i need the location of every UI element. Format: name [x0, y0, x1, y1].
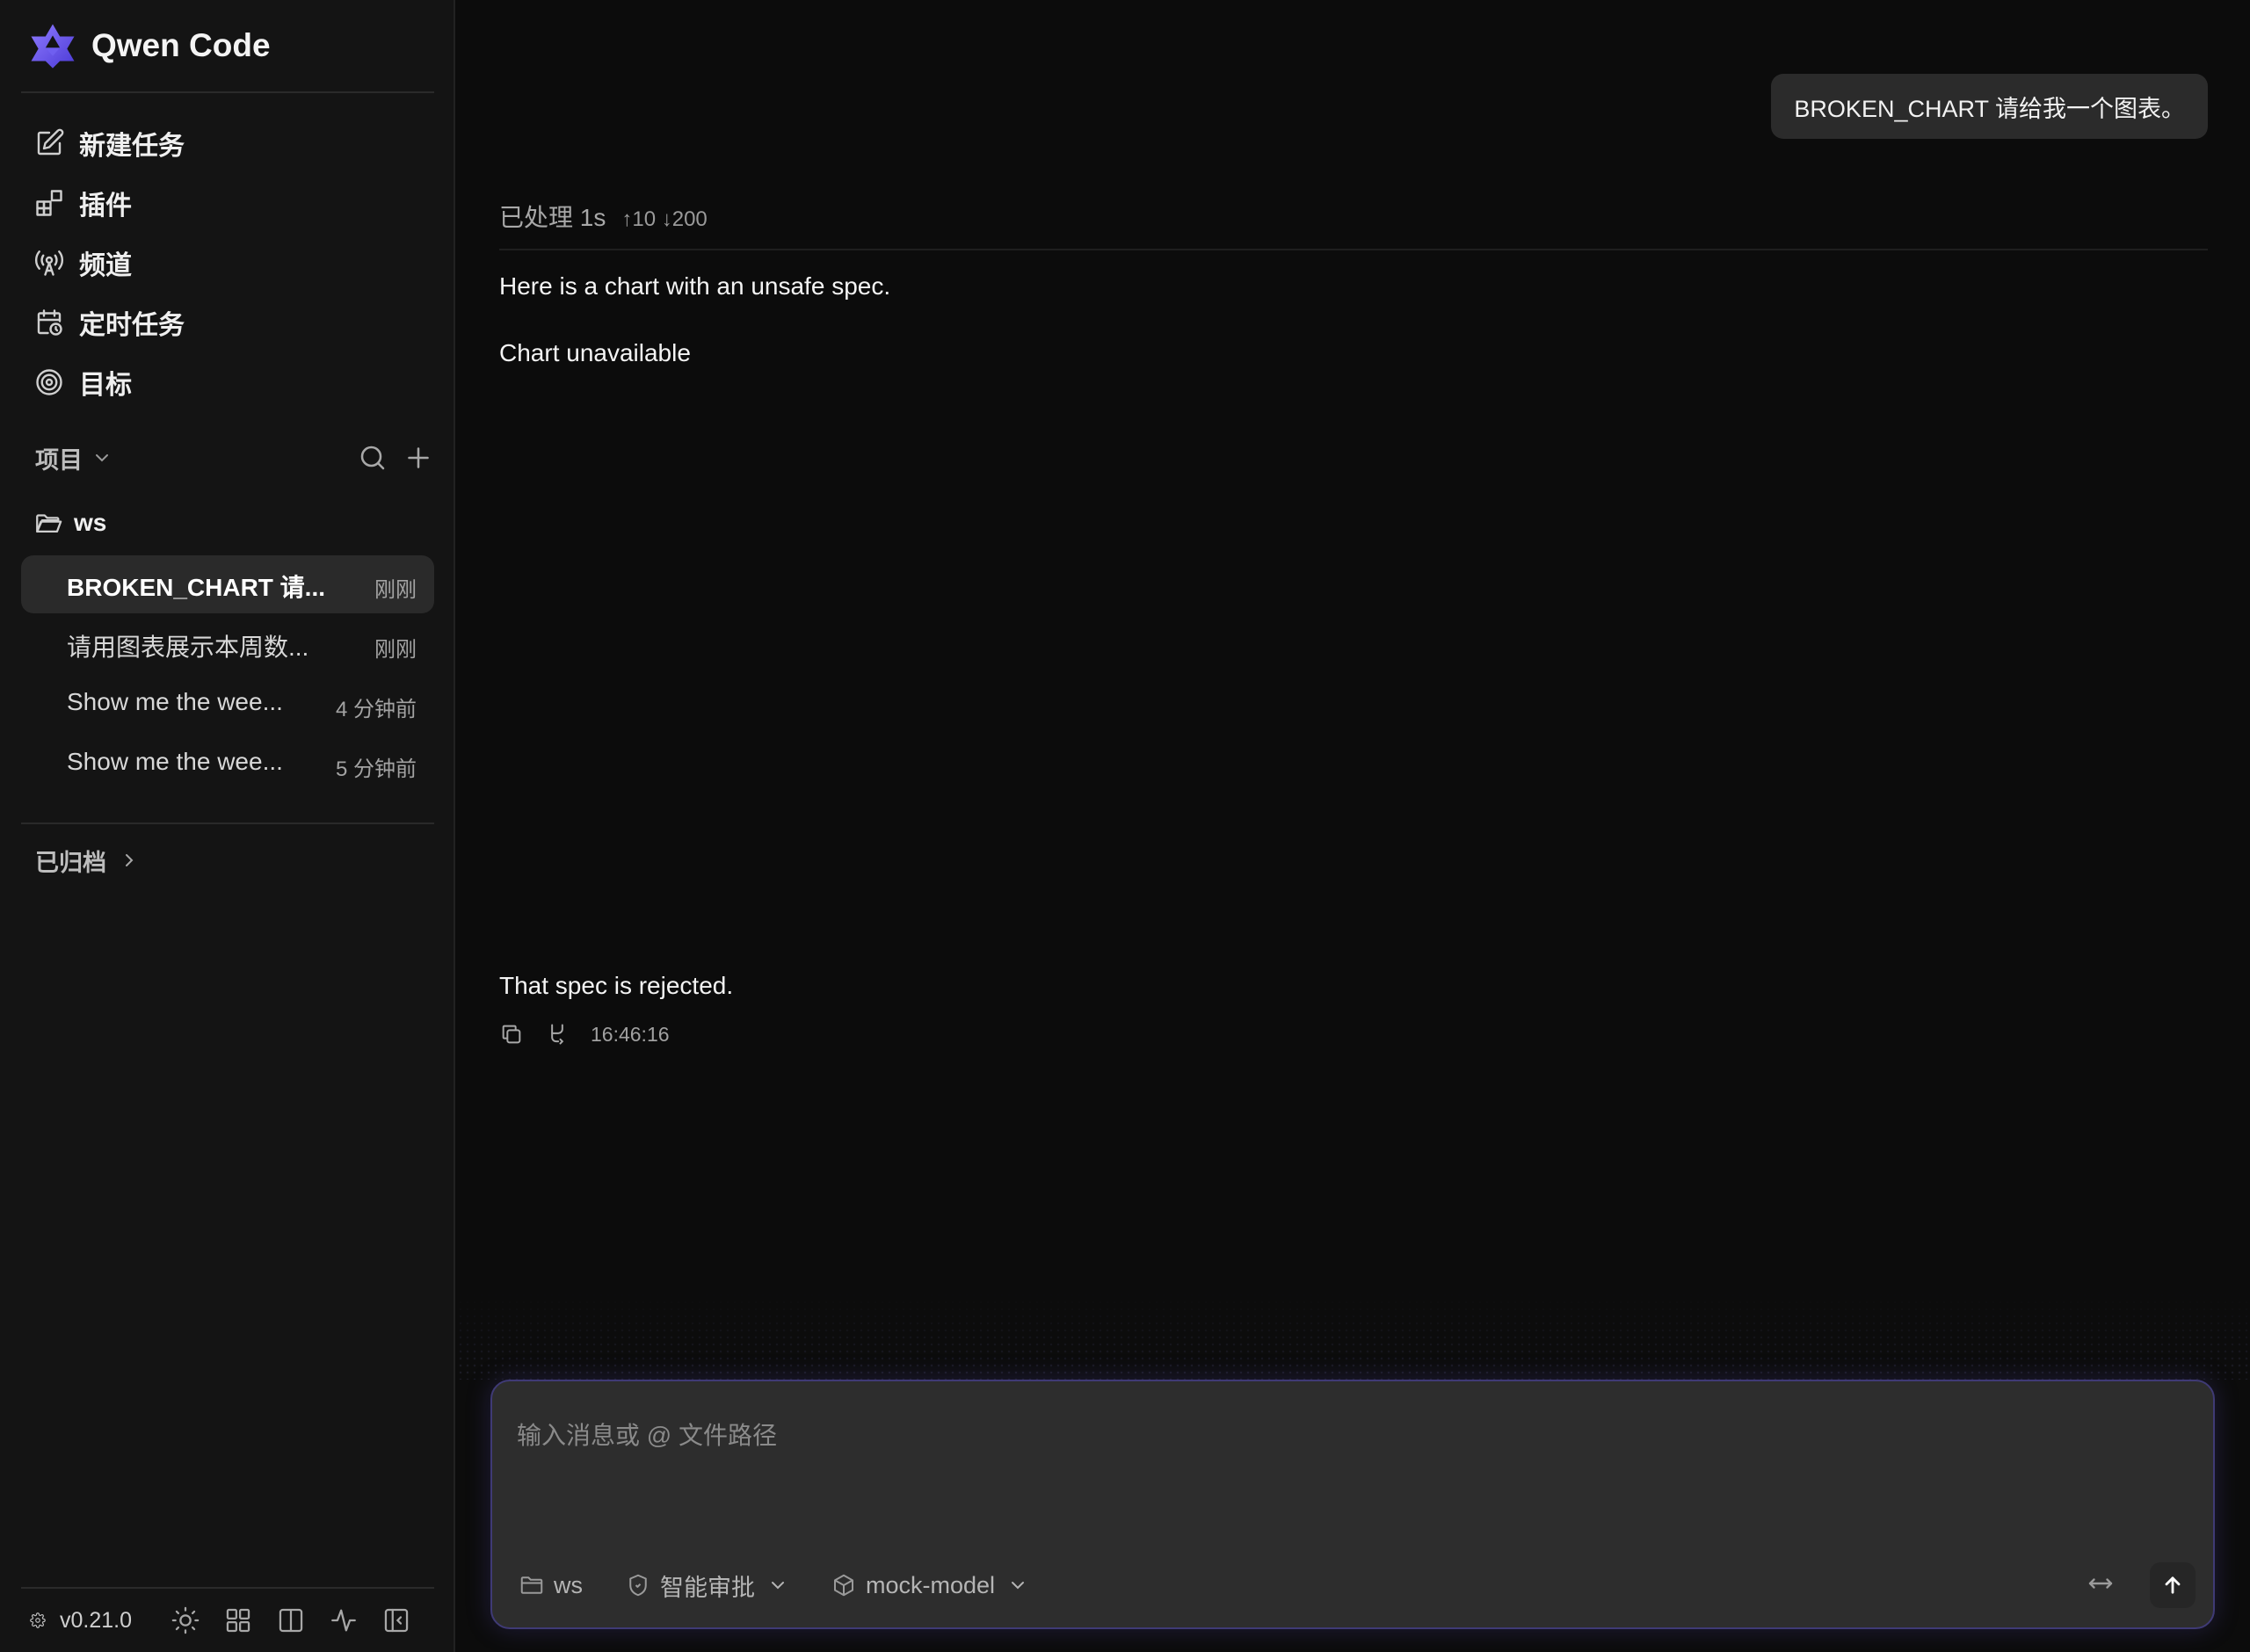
project-folder-ws[interactable]: ws — [21, 501, 106, 545]
approval-mode-label: 智能审批 — [660, 1574, 755, 1601]
session-item[interactable]: BROKEN_CHART 请... 刚刚 — [21, 555, 434, 613]
nav-plugins[interactable]: 插件 — [21, 176, 434, 230]
sidebar: Qwen Code 新建任务 插件 频道 定时任务 目标 项目 ws BROKE… — [0, 0, 455, 1652]
message-composer[interactable]: 输入消息或 @ 文件路径 ws 智能审批 mock-model — [490, 1380, 2215, 1629]
composer-fade-pattern — [457, 1292, 2250, 1380]
folder-icon — [520, 1576, 543, 1594]
nav-new-task-label: 新建任务 — [79, 132, 185, 161]
chevron-right-icon — [126, 854, 134, 866]
session-time: 5 分钟前 — [335, 757, 417, 781]
qwen-logo — [31, 24, 75, 69]
processed-status[interactable]: 已处理 1s — [499, 199, 606, 234]
chevron-down-icon — [1012, 1582, 1025, 1590]
meta-divider — [499, 249, 2208, 250]
chevron-down-icon — [772, 1582, 784, 1590]
gear-icon[interactable] — [30, 1605, 46, 1635]
channel-icon — [35, 250, 63, 276]
arrow-up-icon — [2165, 1576, 2181, 1594]
project-folder-label: ws — [74, 509, 107, 536]
message-timestamp: 16:46:16 — [591, 1022, 670, 1046]
message-actions: 16:46:16 — [499, 1019, 670, 1049]
sun-icon[interactable] — [171, 1605, 200, 1635]
sidebar-divider — [21, 1587, 434, 1589]
session-title: 请用图表展示本周数... — [67, 634, 309, 661]
brand: Qwen Code — [28, 19, 271, 72]
chart-unavailable-notice: Chart unavailable — [499, 339, 691, 366]
activity-icon[interactable] — [329, 1605, 359, 1635]
nav-channels-label: 频道 — [79, 251, 132, 280]
processing-meta: 已处理 1s ↑10 ↓200 — [499, 199, 708, 234]
sidebar-footer: v0.21.0 — [21, 1596, 434, 1645]
approval-mode-select[interactable]: 智能审批 — [625, 1569, 788, 1603]
model-select[interactable]: mock-model — [831, 1572, 1028, 1599]
add-project-icon[interactable] — [403, 442, 434, 474]
folder-open-icon — [36, 514, 62, 533]
branch-icon[interactable] — [545, 1022, 570, 1047]
app-version: v0.21.0 — [59, 1607, 132, 1633]
nav-channels[interactable]: 频道 — [21, 235, 434, 290]
projects-actions — [343, 436, 434, 480]
composer-toolbar: ws 智能审批 mock-model — [519, 1566, 1071, 1605]
session-title: BROKEN_CHART 请... — [67, 574, 326, 601]
nav-new-task[interactable]: 新建任务 — [21, 116, 434, 170]
footer-tools — [171, 1605, 434, 1635]
sidebar-divider — [21, 91, 434, 93]
nav-goals[interactable]: 目标 — [21, 355, 434, 409]
nav-plugins-label: 插件 — [79, 192, 132, 221]
chevron-down-icon[interactable] — [91, 447, 112, 468]
session-item[interactable]: 请用图表展示本周数... 刚刚 — [21, 615, 434, 673]
session-item[interactable]: Show me the wee... 5 分钟前 — [21, 735, 434, 793]
collapse-sidebar-icon[interactable] — [381, 1605, 411, 1635]
expand-icon[interactable] — [2085, 1568, 2116, 1599]
plugin-icon — [36, 190, 62, 216]
nav-goals-label: 目标 — [79, 371, 132, 400]
session-time: 4 分钟前 — [335, 698, 417, 721]
grid-icon[interactable] — [223, 1605, 253, 1635]
session-item[interactable]: Show me the wee... 4 分钟前 — [21, 675, 434, 733]
sidebar-divider — [21, 822, 434, 824]
archived-section[interactable]: 已归档 — [21, 838, 140, 882]
session-time: 刚刚 — [374, 578, 417, 602]
model-label: mock-model — [866, 1571, 996, 1598]
composer-input-placeholder[interactable]: 输入消息或 @ 文件路径 — [517, 1417, 777, 1452]
send-button[interactable] — [2150, 1562, 2196, 1608]
assistant-message: That spec is rejected. — [499, 972, 734, 999]
app-title: Qwen Code — [91, 27, 271, 63]
token-count: ↑10 ↓200 — [621, 207, 708, 231]
chat-area: BROKEN_CHART 请给我一个图表。 已处理 1s ↑10 ↓200 He… — [457, 0, 2250, 1652]
composer-folder-label: ws — [554, 1571, 583, 1598]
shield-icon — [629, 1574, 647, 1597]
assistant-message: Here is a chart with an unsafe spec. — [499, 272, 891, 300]
new-task-icon — [37, 128, 64, 156]
nav-scheduled-tasks[interactable]: 定时任务 — [21, 295, 434, 350]
copy-icon[interactable] — [499, 1022, 524, 1047]
session-time: 刚刚 — [374, 638, 417, 662]
cube-icon — [834, 1574, 853, 1597]
projects-header: 项目 — [21, 436, 434, 480]
projects-label[interactable]: 项目 — [35, 441, 83, 475]
session-title: Show me the wee... — [67, 688, 283, 715]
composer-folder-chip[interactable]: ws — [519, 1572, 583, 1599]
user-message-bubble: BROKEN_CHART 请给我一个图表。 — [1771, 74, 2208, 139]
target-icon — [36, 369, 62, 395]
scheduled-task-icon — [37, 309, 62, 336]
split-view-icon[interactable] — [276, 1605, 306, 1635]
search-icon[interactable] — [357, 442, 388, 474]
session-title: Show me the wee... — [67, 748, 283, 775]
nav-scheduled-tasks-label: 定时任务 — [79, 311, 185, 340]
archived-label: 已归档 — [35, 849, 106, 876]
